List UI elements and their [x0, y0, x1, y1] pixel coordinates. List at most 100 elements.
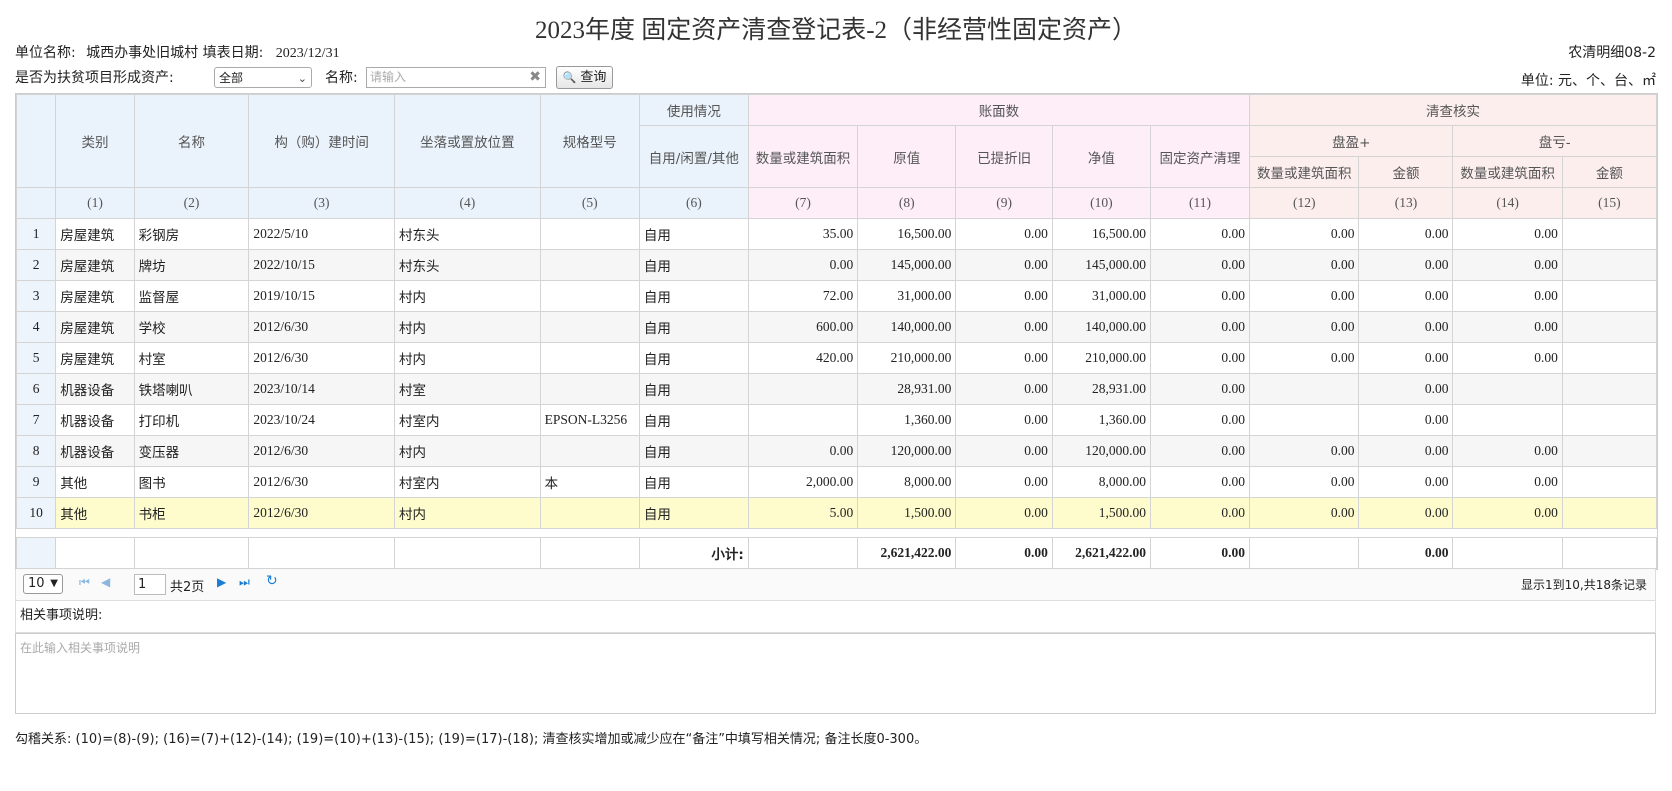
cell-loss-amount	[1561, 218, 1657, 250]
query-button[interactable]: 🔍 查询	[556, 66, 613, 89]
column-number: (14)	[1452, 187, 1563, 219]
prev-page-icon[interactable]: ◀	[101, 575, 110, 589]
cell-qty: 35.00	[747, 218, 859, 250]
cell-usage: 自用	[638, 404, 749, 436]
subtotal-surplus-amount: 0.00	[1358, 537, 1454, 569]
page-size-value: 10	[28, 576, 45, 591]
cell-net: 210,000.00	[1051, 342, 1151, 374]
cell-loss-amount	[1561, 280, 1657, 312]
cell-spec	[539, 497, 640, 529]
table-row[interactable]: 8 机器设备 变压器 2012/6/30 村内 自用 0.00 120,000.00 0.00 1…	[16, 435, 1657, 467]
last-page-icon[interactable]: ⏭	[239, 575, 250, 590]
cell-net: 1,360.00	[1051, 404, 1151, 436]
first-page-icon[interactable]: ⏮	[79, 575, 90, 590]
cell-depr: 0.00	[955, 373, 1053, 405]
cell-surplus-qty: 0.00	[1249, 497, 1360, 529]
subtotal-blank	[16, 537, 57, 569]
column-number: (2)	[133, 187, 250, 219]
cell-depr: 0.00	[955, 404, 1053, 436]
notes-textarea[interactable]: 在此输入相关事项说明	[15, 633, 1656, 714]
cell-category: 房屋建筑	[55, 342, 135, 374]
subtotal-blank	[394, 537, 541, 569]
table-row[interactable]: 10 其他 书柜 2012/6/30 村内 自用 5.00 1,500.00 0.00 1,500…	[16, 497, 1657, 529]
cell-qty	[747, 404, 859, 436]
page-number-input[interactable]: 1	[134, 574, 166, 595]
refresh-icon[interactable]: ↻	[266, 573, 278, 589]
table-row[interactable]: 1 房屋建筑 彩钢房 2022/5/10 村东头 自用 35.00 16,500.00 0.00…	[16, 218, 1657, 250]
column-number: (4)	[394, 187, 541, 219]
cell-surplus-qty: 0.00	[1249, 311, 1360, 343]
cell-loss-qty: 0.00	[1452, 466, 1563, 498]
subtotal-loss-amount	[1561, 537, 1657, 569]
cell-surplus-amount: 0.00	[1358, 342, 1454, 374]
cell-location: 村东头	[394, 218, 541, 250]
table-row[interactable]: 2 房屋建筑 牌坊 2022/10/15 村东头 自用 0.00 145,000.00 0.00…	[16, 249, 1657, 281]
cell-build-time: 2012/6/30	[248, 342, 395, 374]
header-name: 名称	[133, 94, 250, 188]
cell-loss-qty: 0.00	[1452, 497, 1563, 529]
table-row[interactable]: 4 房屋建筑 学校 2012/6/30 村内 自用 600.00 140,000.00 0.00…	[16, 311, 1657, 343]
column-number: (13)	[1358, 187, 1454, 219]
header-surplus-group: 盘盈+	[1249, 125, 1454, 157]
cell-spec	[539, 280, 640, 312]
column-number: (6)	[638, 187, 749, 219]
name-label: 名称:	[325, 70, 358, 86]
cell-category: 房屋建筑	[55, 311, 135, 343]
notes-label: 相关事项说明:	[15, 601, 1656, 633]
subtotal-clear: 0.00	[1149, 537, 1251, 569]
cell-surplus-amount: 0.00	[1358, 497, 1454, 529]
clear-icon[interactable]: ✖	[529, 68, 541, 87]
table-row[interactable]: 9 其他 图书 2012/6/30 村室内本自用 2,000.00 8,000.00 0.00…	[16, 466, 1657, 498]
cell-loss-qty: 0.00	[1452, 311, 1563, 343]
page-title: 2023年度 固定资产清查登记表-2（非经营性固定资产）	[534, 17, 1138, 44]
cell-qty: 5.00	[747, 497, 859, 529]
cell-depr: 0.00	[955, 311, 1053, 343]
table-row[interactable]: 3 房屋建筑 监督屋 2019/10/15 村内 自用 72.00 31,000.00 0.00…	[16, 280, 1657, 312]
header-loss-group: 盘亏-	[1452, 125, 1657, 157]
cell-location: 村室内	[394, 404, 541, 436]
subtotal-qty	[747, 537, 859, 569]
header-usage-group: 使用情况	[638, 94, 749, 126]
cell-net: 28,931.00	[1051, 373, 1151, 405]
units-note: 单位: 元、个、台、㎡	[1520, 73, 1656, 89]
cell-usage: 自用	[638, 218, 749, 250]
cell-usage: 自用	[638, 373, 749, 405]
column-number: (3)	[248, 187, 395, 219]
pagination-bar: 10 ▼ ⏮ ◀ 1 共2页 ▶ ⏭ ↻ 显示1到10,共18条记录	[15, 569, 1656, 601]
cell-usage: 自用	[638, 342, 749, 374]
cell-build-time: 2022/10/15	[248, 249, 395, 281]
cell-surplus-amount: 0.00	[1358, 311, 1454, 343]
cell-usage: 自用	[638, 466, 749, 498]
header-surplus-qty: 数量或建筑面积	[1249, 156, 1360, 188]
name-search-input[interactable]: 请输入 ✖	[366, 67, 546, 88]
cell-surplus-qty	[1249, 404, 1360, 436]
cell-orig: 8,000.00	[857, 466, 957, 498]
table-row[interactable]: 7 机器设备 打印机 2023/10/24 村室内 EPSON-L3256 自用 1,360.…	[16, 404, 1657, 436]
cell-spec: EPSON-L3256	[539, 404, 640, 436]
next-page-icon[interactable]: ▶	[217, 575, 226, 589]
cell-category: 房屋建筑	[55, 218, 135, 250]
subtotal-net: 2,621,422.00	[1051, 537, 1151, 569]
column-number: (12)	[1249, 187, 1360, 219]
cell-depr: 0.00	[955, 342, 1053, 374]
row-index: 9	[16, 466, 57, 498]
cell-qty: 72.00	[747, 280, 859, 312]
page-size-select[interactable]: 10 ▼	[23, 574, 63, 594]
poverty-select[interactable]: 全部 ⌄	[214, 67, 312, 88]
header-surplus-amount: 金额	[1358, 156, 1454, 188]
cell-depr: 0.00	[955, 497, 1053, 529]
header-qty: 数量或建筑面积	[747, 125, 859, 188]
cell-net: 16,500.00	[1051, 218, 1151, 250]
cell-location: 村内	[394, 342, 541, 374]
column-number: (15)	[1561, 187, 1657, 219]
cell-loss-amount	[1561, 435, 1657, 467]
unit-info: 单位名称: 城西办事处旧城村 填表日期: 2023/12/31	[15, 42, 340, 62]
unit-label: 单位名称:	[15, 45, 76, 61]
cell-location: 村东头	[394, 249, 541, 281]
cell-orig: 28,931.00	[857, 373, 957, 405]
table-row[interactable]: 5 房屋建筑 村室 2012/6/30 村内 自用 420.00 210,000.00 0.00…	[16, 342, 1657, 374]
cell-name: 监督屋	[133, 280, 250, 312]
header-spec: 规格型号	[539, 94, 640, 188]
table-row[interactable]: 6 机器设备 铁塔喇叭 2023/10/14 村室 自用 28,931.00 0.00 28,9…	[16, 373, 1657, 405]
row-index: 4	[16, 311, 57, 343]
